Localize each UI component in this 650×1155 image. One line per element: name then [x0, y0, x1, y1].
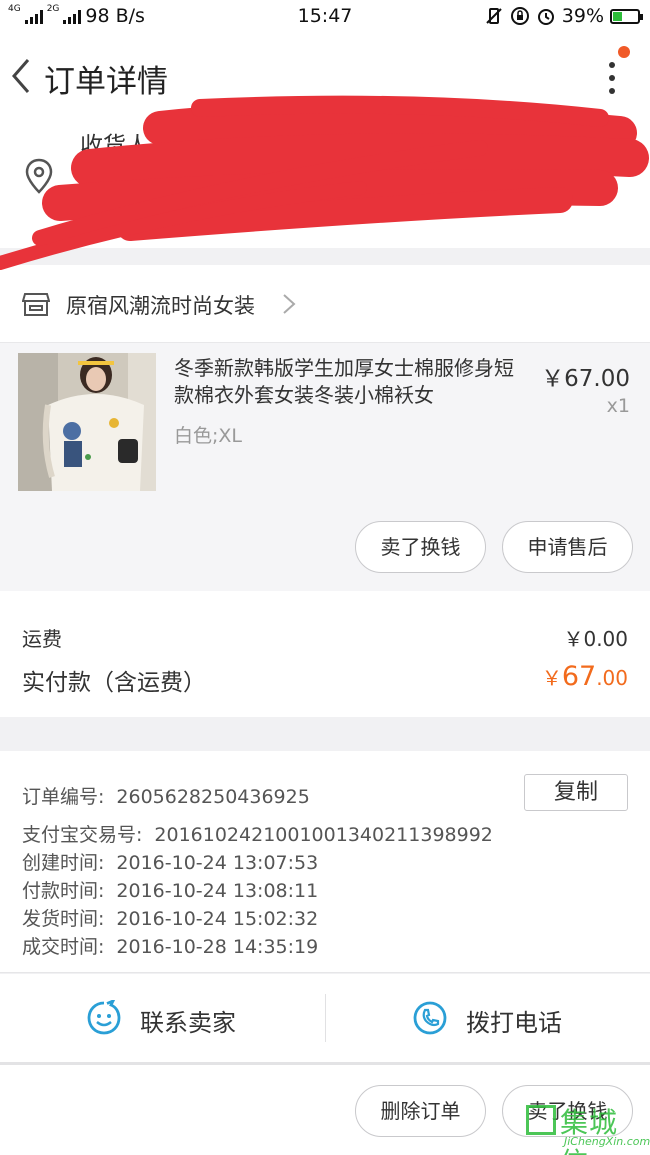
info-label: 成交时间:: [22, 936, 105, 958]
info-label: 订单编号:: [22, 786, 105, 808]
delete-order-button[interactable]: 删除订单: [355, 1085, 486, 1137]
chevron-right-icon: [283, 294, 296, 314]
contact-bar: 联系卖家 拨打电话: [0, 974, 650, 1062]
created-time: 2016-10-24 13:07:53: [116, 852, 319, 874]
more-dot: [609, 75, 615, 81]
product-image: [18, 353, 156, 491]
call-button[interactable]: 拨打电话: [326, 974, 650, 1062]
recipient-line: 收货人：: [80, 133, 172, 159]
completed-time: 2016-10-28 14:35:19: [116, 936, 319, 958]
nav-header: 订单详情: [0, 34, 650, 120]
status-bar: 4G 2G 98 B/s 15:47 39%: [0, 0, 650, 34]
paid-time: 2016-10-24 13:08:11: [116, 880, 319, 902]
address-tail: 家庄: [566, 175, 612, 201]
alipay-trade-row: 支付宝交易号: 2016102421001001340211398992: [22, 820, 493, 847]
watermark-url: JiChengXin.com: [564, 1135, 650, 1148]
alarm-icon: [537, 9, 554, 25]
product-sku: 白色;XL: [174, 425, 243, 447]
shipped-time-row: 发货时间: 2016-10-24 15:02:32: [22, 904, 318, 931]
order-item: 冬季新款韩版学生加厚女士棉服修身短款棉衣外套女装冬装小棉袄女 白色;XL ￥67…: [0, 343, 650, 591]
notification-badge: [618, 46, 630, 58]
paid-time-row: 付款时间: 2016-10-24 13:08:11: [22, 876, 318, 903]
contact-seller-button[interactable]: 联系卖家: [0, 974, 325, 1062]
order-number: 2605628250436925: [116, 786, 310, 808]
paid-amount: ￥67.00: [542, 661, 628, 692]
product-quantity: x1: [606, 395, 630, 417]
battery-level: [613, 11, 623, 21]
product-thumbnail[interactable]: [18, 353, 156, 491]
shipped-time: 2016-10-24 15:02:32: [116, 908, 319, 930]
phone-icon: [413, 1001, 447, 1035]
call-label: 拨打电话: [466, 1009, 562, 1037]
mute-icon: [486, 8, 502, 24]
paid-currency: ￥: [541, 666, 562, 690]
product-price: ￥67.00: [541, 366, 630, 392]
order-number-row: 订单编号: 2605628250436925: [22, 782, 310, 809]
shipping-label: 运费: [22, 627, 62, 651]
paid-integer: 67: [561, 661, 597, 692]
chat-smile-icon: [87, 1000, 121, 1035]
info-label: 发货时间:: [22, 908, 105, 930]
order-info: 订单编号: 2605628250436925 支付宝交易号: 20161024210…: [0, 751, 650, 973]
info-label: 支付宝交易号:: [22, 824, 143, 846]
shop-row[interactable]: 原宿风潮流时尚女装: [0, 265, 650, 343]
paid-label: 实付款（含运费）: [22, 670, 206, 696]
alipay-trade-number: 2016102421001001340211398992: [154, 824, 493, 846]
shop-name: 原宿风潮流时尚女装: [66, 294, 255, 318]
more-menu-button[interactable]: [600, 46, 630, 98]
bottom-action-bar: 删除订单 卖了换钱 集城信 JiChengXin.com: [0, 1062, 650, 1155]
phone-tail: 8: [608, 126, 623, 152]
battery-icon: [610, 8, 643, 24]
more-dot: [609, 88, 615, 94]
paid-decimal: .00: [596, 666, 628, 690]
payment-summary: 运费 ￥0.00 实付款（含运费） ￥67.00: [0, 591, 650, 717]
info-label: 创建时间:: [22, 852, 105, 874]
completed-time-row: 成交时间: 2016-10-28 14:35:19: [22, 932, 318, 959]
watermark-logo: 集城信 JiChengXin.com: [526, 1099, 650, 1155]
product-title[interactable]: 冬季新款韩版学生加厚女士棉服修身短款棉衣外套女装冬装小棉袄女: [174, 355, 526, 409]
shipping-value: ￥0.00: [563, 627, 628, 651]
copy-order-number-button[interactable]: 复制: [524, 774, 628, 811]
watermark-emblem: [526, 1105, 556, 1135]
store-icon: [22, 293, 50, 316]
location-pin-icon: [25, 158, 53, 194]
more-dot: [609, 62, 615, 68]
after-sales-button[interactable]: 申请售后: [502, 521, 633, 573]
created-time-row: 创建时间: 2016-10-24 13:07:53: [22, 848, 318, 875]
back-arrow-icon[interactable]: [6, 56, 36, 96]
info-label: 付款时间:: [22, 880, 105, 902]
resell-button[interactable]: 卖了换钱: [355, 521, 486, 573]
page-title: 订单详情: [44, 64, 168, 100]
contact-seller-label: 联系卖家: [140, 1009, 236, 1037]
rotation-lock-icon: [510, 7, 529, 25]
address-line: 收货: [80, 173, 126, 199]
delivery-address[interactable]: 收货人： 8 收货 家庄: [0, 120, 650, 248]
battery-percent: 39%: [561, 5, 604, 27]
